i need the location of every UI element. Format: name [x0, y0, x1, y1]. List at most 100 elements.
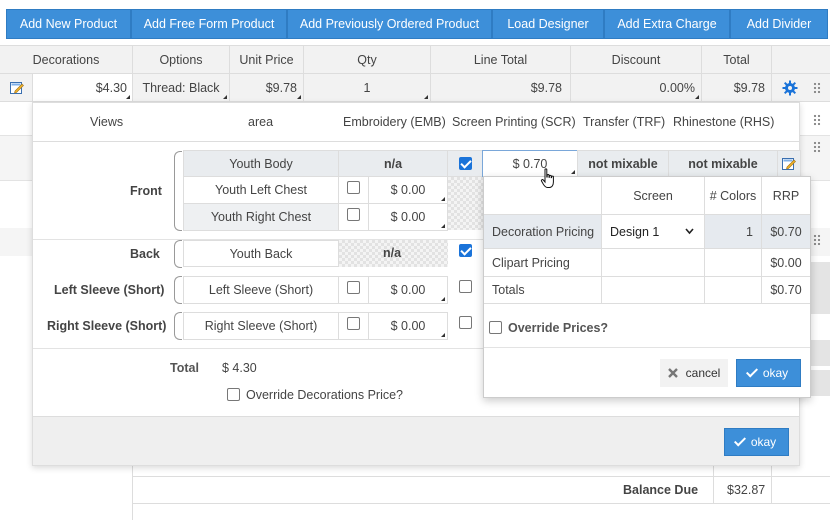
emb-right-sleeve-check-cell	[338, 312, 369, 340]
chevron-down-icon	[685, 228, 694, 235]
col-discount[interactable]: Discount	[571, 46, 702, 74]
drag-handle-icon[interactable]	[813, 234, 821, 246]
check-icon	[733, 434, 746, 447]
col-trf: Transfer (TRF)	[583, 115, 666, 129]
col-views: Views	[90, 115, 124, 129]
area-youth-left-chest: Youth Left Chest	[183, 176, 339, 204]
row-discount-value: 0.00%	[659, 80, 695, 95]
row-total: $9.78	[702, 74, 772, 101]
trf-youth-body: not mixable	[577, 150, 669, 177]
col-scr: Screen Printing (SCR)	[452, 115, 576, 129]
row-line-total-value: $9.78	[530, 80, 562, 95]
popup-col-colors: # Colors	[705, 177, 762, 215]
emb-youth-right-chest-price-value: $ 0.00	[390, 210, 426, 224]
emb-right-sleeve-price[interactable]: $ 0.00	[368, 312, 448, 340]
add-free-form-product-button[interactable]: Add Free Form Product	[131, 9, 287, 39]
design-select[interactable]: Design 1	[602, 215, 705, 249]
pricing-popup: Screen # Colors RRP Decoration Pricing D…	[483, 176, 811, 398]
drag-handle-icon[interactable]	[813, 114, 821, 126]
area-youth-back: Youth Back	[183, 240, 339, 267]
balance-due-value: $32.87	[727, 483, 766, 497]
edit-icon[interactable]	[10, 81, 24, 94]
scr-right-sleeve-checkbox[interactable]	[459, 316, 472, 329]
area-left-sleeve: Left Sleeve (Short)	[183, 276, 339, 304]
popup-col-screen: Screen	[602, 177, 705, 215]
col-area: area	[248, 115, 274, 129]
row-decorations-value: $4.30	[95, 80, 127, 95]
scr-youth-back-checkbox[interactable]	[459, 244, 472, 257]
col-unit-price[interactable]: Unit Price	[230, 46, 304, 74]
override-prices-checkbox[interactable]	[489, 321, 502, 334]
emb-youth-left-chest-check-cell	[338, 176, 369, 204]
popup-cancel-button[interactable]: cancel	[660, 359, 728, 387]
disabled-cell	[448, 177, 484, 230]
edit-icon[interactable]	[782, 157, 796, 170]
popup-row-colors	[705, 249, 762, 277]
add-new-product-button[interactable]: Add New Product	[6, 9, 131, 39]
add-divider-button[interactable]: Add Divider	[730, 9, 828, 39]
balance-due-label: Balance Due	[623, 483, 699, 497]
popup-row-rrp: $0.70	[762, 277, 810, 304]
row-discount[interactable]: 0.00%	[571, 74, 702, 101]
emb-youth-right-chest-price[interactable]: $ 0.00	[368, 203, 448, 231]
emb-youth-right-chest-checkbox[interactable]	[347, 208, 360, 221]
popup-col-rrp: RRP	[762, 177, 810, 215]
drag-handle-icon[interactable]	[813, 141, 821, 153]
panel-okay-button[interactable]: okay	[724, 428, 789, 456]
load-designer-button[interactable]: Load Designer	[492, 9, 604, 39]
scr-left-sleeve-checkbox[interactable]	[459, 280, 472, 293]
popup-row-screen	[602, 249, 705, 277]
emb-left-sleeve-price-value: $ 0.00	[390, 283, 426, 297]
emb-left-sleeve-price[interactable]: $ 0.00	[368, 276, 448, 304]
popup-row-label: Totals	[484, 277, 602, 304]
row-options[interactable]: Thread: Black	[133, 74, 230, 101]
row-decorations[interactable]: $4.30	[32, 74, 133, 101]
design-select-value: Design 1	[610, 224, 660, 239]
panel-okay-label: okay	[750, 435, 777, 449]
popup-row-screen	[602, 277, 705, 304]
emb-youth-back: n/a	[383, 246, 402, 260]
close-icon	[667, 368, 678, 378]
cursor-hand-icon	[540, 168, 558, 190]
edit-youth-body-cell	[777, 150, 801, 177]
summary-table: Balance Due $32.87	[132, 466, 830, 520]
view-back: Back	[130, 247, 160, 261]
panel-footer: okay	[33, 416, 799, 465]
popup-cancel-label: cancel	[685, 366, 721, 380]
col-qty[interactable]: Qty	[304, 46, 431, 74]
row-qty-value: 1	[363, 80, 371, 95]
table-header: Decorations Options Unit Price Qty Line …	[0, 46, 830, 74]
popup-row-label: Clipart Pricing	[484, 249, 602, 277]
col-total[interactable]: Total	[702, 46, 772, 74]
popup-row-colors: 1	[705, 215, 762, 249]
scr-youth-body-price[interactable]: $ 0.70	[482, 150, 578, 177]
area-youth-body: Youth Body	[183, 150, 339, 177]
gear-icon[interactable]	[782, 80, 798, 96]
add-extra-charge-button[interactable]: Add Extra Charge	[604, 9, 730, 39]
popup-row-rrp: $0.70	[762, 215, 810, 249]
col-line-total[interactable]: Line Total	[431, 46, 571, 74]
col-options[interactable]: Options	[133, 46, 230, 74]
popup-row-colors	[705, 277, 762, 304]
emb-youth-left-chest-checkbox[interactable]	[347, 181, 360, 194]
area-youth-right-chest: Youth Right Chest	[183, 203, 339, 231]
emb-youth-left-chest-price-value: $ 0.00	[390, 183, 426, 197]
scr-youth-body-checkbox[interactable]	[459, 157, 472, 170]
popup-okay-button[interactable]: okay	[736, 359, 801, 387]
view-front: Front	[130, 184, 162, 198]
emb-right-sleeve-price-value: $ 0.00	[390, 319, 426, 333]
emb-right-sleeve-checkbox[interactable]	[347, 317, 360, 330]
col-emb: Embroidery (EMB)	[343, 115, 446, 129]
override-decorations-checkbox[interactable]	[227, 388, 240, 401]
row-qty[interactable]: 1	[304, 74, 431, 101]
col-decorations[interactable]: Decorations	[0, 46, 133, 74]
add-previously-ordered-product-button[interactable]: Add Previously Ordered Product	[287, 9, 492, 39]
emb-left-sleeve-checkbox[interactable]	[347, 281, 360, 294]
popup-row-label: Decoration Pricing	[484, 215, 602, 249]
row-unit-price[interactable]: $9.78	[230, 74, 304, 101]
drag-handle-icon[interactable]	[813, 82, 821, 94]
table-row: $4.30 Thread: Black $9.78 1 $9.78 0.00% …	[0, 74, 830, 102]
col-rhs: Rhinestone (RHS)	[673, 115, 775, 129]
emb-youth-right-chest-check-cell	[338, 203, 369, 231]
emb-youth-left-chest-price[interactable]: $ 0.00	[368, 176, 448, 204]
